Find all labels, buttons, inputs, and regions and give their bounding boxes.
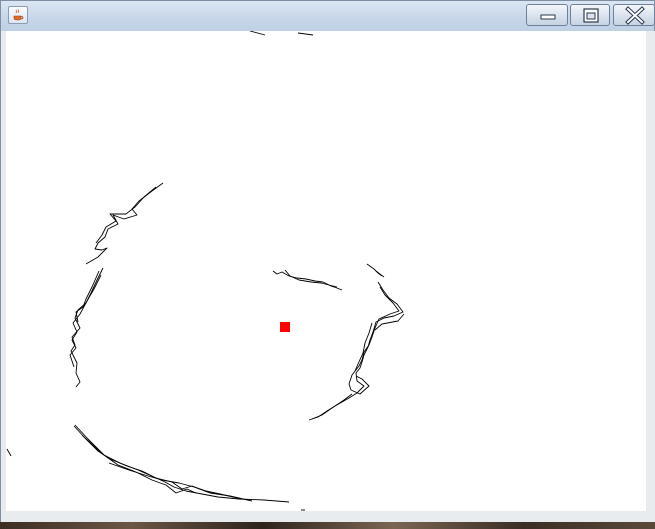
minimize-icon	[540, 14, 556, 20]
stroke-right-arc-c	[354, 322, 373, 372]
sketch-layer	[6, 31, 405, 511]
stroke-right-arc-d	[374, 313, 405, 331]
stroke-top-right	[297, 32, 314, 36]
stroke-bottom-arc-d	[108, 462, 253, 502]
stroke-bottom-arc-c	[81, 434, 197, 494]
stroke-top-left	[249, 31, 266, 36]
red-marker	[280, 322, 290, 332]
stroke-right-top-b	[375, 270, 385, 278]
app-window	[0, 0, 655, 522]
stroke-left-arc-b	[69, 274, 102, 368]
stroke-upper-left-arc-a	[85, 182, 164, 265]
minimize-button[interactable]	[526, 4, 568, 26]
maximize-button[interactable]	[570, 4, 610, 26]
java-cup-icon[interactable]	[8, 6, 28, 24]
stroke-left-arc-a	[70, 267, 104, 388]
stroke-bottom-arc-b	[74, 424, 243, 500]
window-bottom-border	[1, 511, 655, 522]
stroke-right-arc-a	[308, 281, 404, 421]
window-right-border	[646, 31, 655, 512]
stroke-left-tick	[6, 448, 12, 457]
title-bar[interactable]	[1, 1, 655, 31]
drawing-canvas[interactable]	[6, 31, 646, 511]
stroke-center-arc-a	[272, 270, 343, 291]
stroke-right-arc-e	[311, 393, 353, 420]
stroke-center-arc-b	[284, 269, 338, 288]
close-button[interactable]	[613, 4, 655, 26]
close-icon	[625, 6, 645, 25]
maximize-icon	[583, 8, 599, 23]
